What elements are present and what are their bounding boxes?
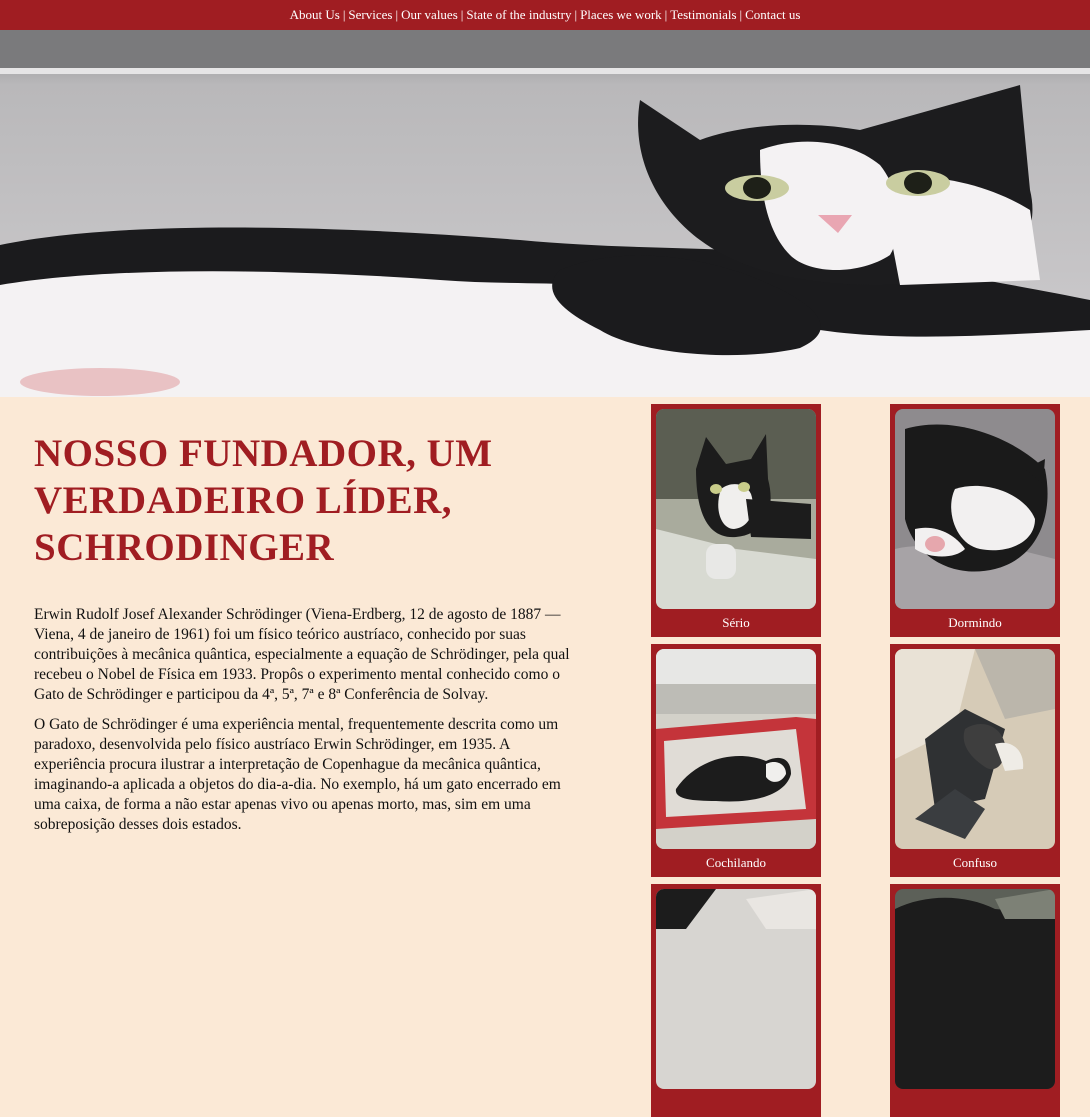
- cat-photo: [656, 889, 816, 1089]
- cat-photo-icon: [0, 30, 1090, 397]
- cat-photo-cochilando: [656, 649, 816, 849]
- gallery-card[interactable]: Cochilando: [651, 644, 821, 877]
- cat-photo-icon: [895, 649, 1055, 849]
- gallery-card[interactable]: Confuso: [890, 644, 1060, 877]
- nav-separator: |: [664, 7, 668, 22]
- cat-photo-confuso: [895, 649, 1055, 849]
- cat-photo-serio: [656, 409, 816, 609]
- gallery-card[interactable]: Sério: [651, 404, 821, 637]
- nav-separator: |: [395, 7, 399, 22]
- nav-our-values[interactable]: Our values: [401, 7, 458, 23]
- cat-photo-icon: [656, 409, 816, 609]
- nav-state-of-industry[interactable]: State of the industry: [466, 7, 571, 23]
- hero-cat-image: [0, 30, 1090, 397]
- nav-separator: |: [460, 7, 464, 22]
- top-nav: About Us | Services | Our values | State…: [0, 0, 1090, 30]
- cat-photo-icon: [656, 649, 816, 849]
- nav-places-we-work[interactable]: Places we work: [580, 7, 662, 23]
- nav-services[interactable]: Services: [348, 7, 392, 23]
- card-caption: Confuso: [952, 855, 998, 870]
- gallery-card[interactable]: [651, 884, 821, 1117]
- nav-contact-us[interactable]: Contact us: [745, 7, 800, 23]
- card-caption: Cochilando: [706, 855, 766, 870]
- card-caption: Dormindo: [948, 615, 1002, 630]
- nav-separator: |: [739, 7, 743, 22]
- cat-photo-icon: [895, 889, 1055, 1089]
- page-title: NOSSO FUNDADOR, UM VERDADEIRO LÍDER, SCH…: [34, 432, 493, 569]
- cat-photo-dormindo: [895, 409, 1055, 609]
- nav-separator: |: [342, 7, 346, 22]
- experiment-paragraph: O Gato de Schrödinger é uma experiência …: [34, 716, 561, 833]
- bio-paragraph: Erwin Rudolf Josef Alexander Schrödinger…: [34, 606, 570, 703]
- cat-photo-icon: [656, 889, 816, 1089]
- card-caption: Sério: [722, 615, 750, 630]
- nav-separator: |: [574, 7, 578, 22]
- cat-photo-icon: [895, 409, 1055, 609]
- gallery-card[interactable]: [890, 884, 1060, 1117]
- nav-testimonials[interactable]: Testimonials: [670, 7, 736, 23]
- cat-photo: [895, 889, 1055, 1089]
- gallery-card[interactable]: Dormindo: [890, 404, 1060, 637]
- main-content: NOSSO FUNDADOR, UM VERDADEIRO LÍDER, SCH…: [34, 430, 584, 845]
- nav-about-us[interactable]: About Us: [290, 7, 340, 23]
